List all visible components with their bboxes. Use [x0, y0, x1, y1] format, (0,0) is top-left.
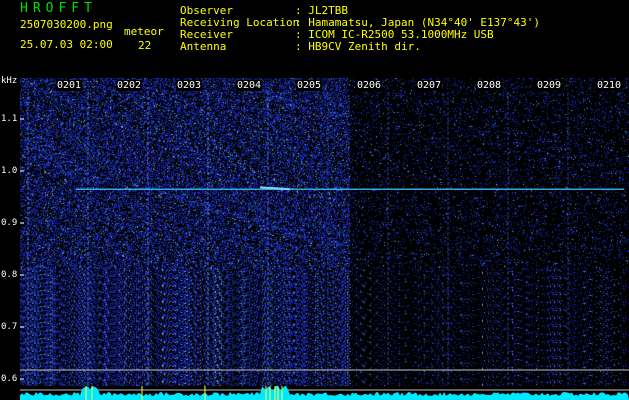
- filename: 2507030200.png: [20, 18, 113, 31]
- datetime: 25.07.03 02:00: [20, 38, 113, 51]
- time-label: 0206: [356, 80, 383, 91]
- y-tick-label: 0.6: [1, 374, 18, 384]
- axis-unit: kHz: [1, 76, 18, 86]
- frequency-axis: kHz 1.1 1.0 0.9 0.8 0.7 0.6: [0, 76, 20, 400]
- antenna-value: : HB9CV Zenith dir.: [295, 40, 421, 53]
- spectrogram-plot: 0201 0202 0203 0204 0205 0206 0207 0208 …: [20, 78, 629, 400]
- time-label: 0203: [176, 80, 203, 91]
- y-tick-label: 1.1: [1, 114, 18, 124]
- y-tick-label: 0.9: [1, 218, 18, 228]
- y-tick-label: 1.0: [1, 166, 18, 176]
- meteor-count: 22: [138, 39, 152, 52]
- spectrogram-overlay: [20, 92, 629, 400]
- time-label: 0208: [476, 80, 503, 91]
- antenna-label: Antenna: [180, 40, 227, 53]
- time-label: 0204: [236, 80, 263, 91]
- time-label: 0207: [416, 80, 443, 91]
- time-label: 0202: [116, 80, 143, 91]
- app-logo: HROFFT: [20, 1, 97, 16]
- meteor-label: meteor: [124, 25, 164, 38]
- time-label: 0209: [536, 80, 563, 91]
- y-tick-label: 0.8: [1, 270, 18, 280]
- header-panel: HROFFT 2507030200.png 25.07.03 02:00 met…: [0, 0, 629, 76]
- y-tick-label: 0.7: [1, 322, 18, 332]
- time-label: 0205: [296, 80, 323, 91]
- time-label: 0201: [56, 80, 83, 91]
- signal-level-bar: [20, 386, 629, 400]
- time-label: 0210: [596, 80, 623, 91]
